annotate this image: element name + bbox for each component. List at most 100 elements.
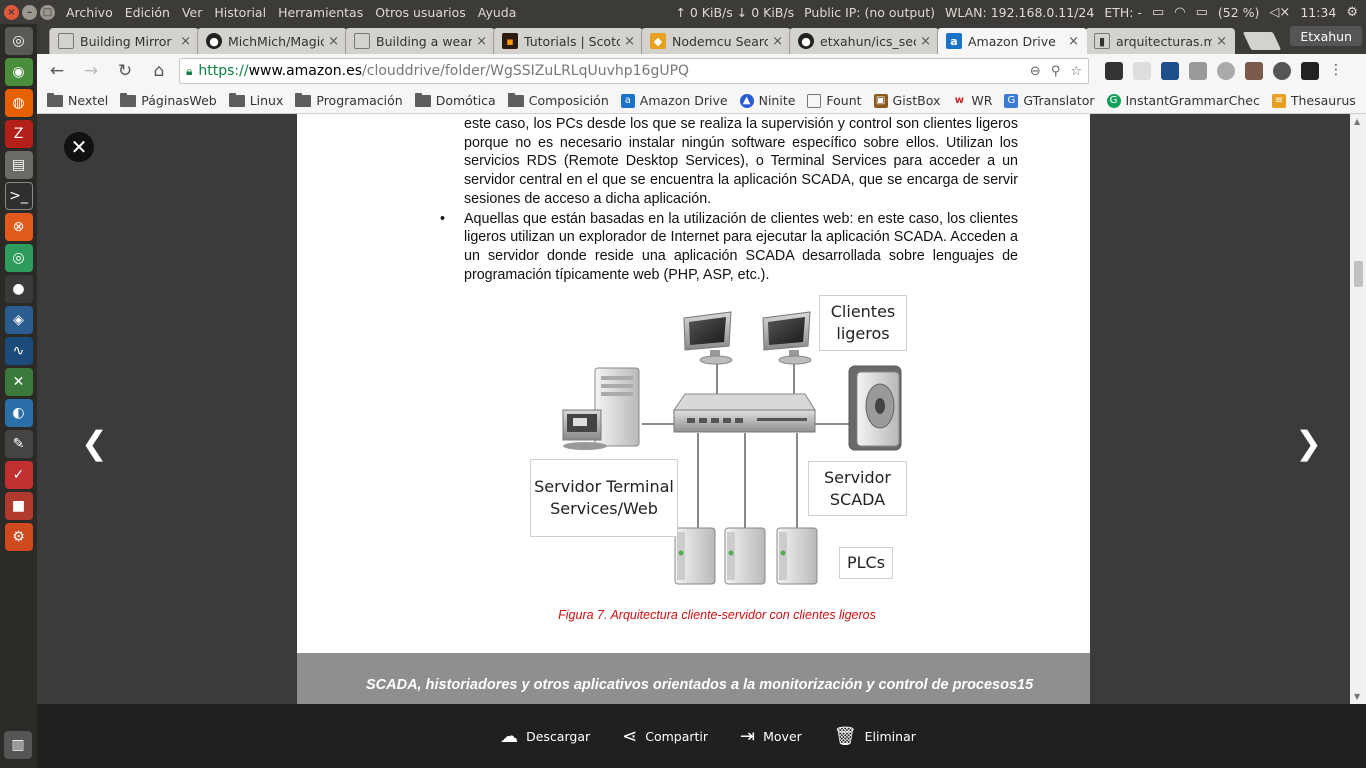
bookmark-gistbox[interactable]: ▣ GistBox — [873, 93, 940, 108]
close-icon[interactable]: × — [624, 34, 635, 49]
tab-scotch[interactable]: ▪ Tutorials | Scotch × — [493, 28, 643, 54]
terminal-launcher-icon[interactable]: >_ — [4, 182, 33, 210]
delete-button[interactable]: 🗑︎ Eliminar — [834, 726, 916, 747]
scroll-down-icon[interactable]: ▼ — [1354, 692, 1360, 701]
menu-otros-usuarios[interactable]: Otros usuarios — [375, 5, 466, 20]
reload-icon[interactable]: ↻ — [111, 57, 139, 85]
bookmark-thesaurus[interactable]: ≡ Thesaurus — [1271, 93, 1356, 108]
zoom-icon[interactable]: ⊖ — [1030, 64, 1041, 79]
bookmark-paginasweb[interactable]: PáginasWeb — [120, 92, 217, 108]
move-button[interactable]: ⇥ Mover — [740, 726, 802, 747]
bookmark-gtranslator[interactable]: G GTranslator — [1004, 93, 1095, 108]
bookmark-composicion[interactable]: Composición — [507, 92, 609, 108]
settings-launcher-icon[interactable]: ⚙ — [4, 523, 33, 551]
scroll-up-icon[interactable]: ▲ — [1354, 117, 1360, 126]
menu-historial[interactable]: Historial — [214, 5, 266, 20]
wireshark-launcher-icon[interactable]: ∿ — [4, 337, 33, 365]
address-bar[interactable]: 🔒︎ https:// www.amazon.es /clouddrive/fo… — [179, 58, 1089, 84]
bookmark-nextel[interactable]: Nextel — [47, 92, 108, 108]
virtualbox-launcher-icon[interactable]: ◈ — [4, 306, 33, 334]
crossover-launcher-icon[interactable]: ⊗ — [4, 213, 33, 241]
public-ip-indicator[interactable]: Public IP: (no output) — [804, 5, 935, 20]
terminal-extension-icon[interactable] — [1301, 62, 1319, 80]
bookmark-programacion[interactable]: Programación — [295, 92, 403, 108]
settings-gear-icon[interactable]: ⚙ — [1346, 5, 1358, 20]
forward-arrow-icon[interactable]: → — [77, 57, 105, 85]
bookmark-amazon-drive[interactable]: a Amazon Drive — [620, 93, 728, 108]
menu-edicion[interactable]: Edición — [125, 5, 170, 20]
menu-ver[interactable]: Ver — [182, 5, 202, 20]
back-arrow-icon[interactable]: ← — [43, 57, 71, 85]
firefox-launcher-icon[interactable]: ◍ — [4, 89, 33, 117]
extension-grey-icon[interactable] — [1133, 62, 1151, 80]
wlan-indicator[interactable]: WLAN: 192.168.0.11/24 — [945, 5, 1094, 20]
menu-herramientas[interactable]: Herramientas — [278, 5, 363, 20]
network-launcher-icon[interactable]: ◎ — [4, 244, 33, 272]
todo-launcher-icon[interactable]: ✓ — [4, 461, 33, 489]
close-icon[interactable]: × — [920, 34, 931, 49]
app-red-launcher-icon[interactable]: ■ — [4, 492, 33, 520]
profile-button[interactable]: Etxahun — [1290, 26, 1362, 46]
pin-icon[interactable]: ⚲ — [1051, 64, 1061, 79]
bookmark-fount[interactable]: Fount — [807, 93, 862, 108]
bookmark-ninite[interactable]: ▲ Ninite — [739, 93, 795, 108]
volume-muted-icon[interactable]: ◁× — [1269, 5, 1290, 20]
dash-icon[interactable]: ◎ — [4, 27, 33, 55]
window-maximize-icon[interactable]: □ — [40, 4, 55, 20]
pocket-icon[interactable] — [1105, 62, 1123, 80]
menu-ayuda[interactable]: Ayuda — [478, 5, 517, 20]
tab-ics-sec[interactable]: ● etxahun/ics_sec × — [789, 28, 939, 54]
tab-amazon-drive[interactable]: a Amazon Drive × — [937, 28, 1087, 54]
extension-m-icon[interactable] — [1217, 62, 1235, 80]
bookmark-instantgrammar[interactable]: G InstantGrammarChec — [1106, 93, 1260, 108]
extension-photo-icon[interactable] — [1245, 62, 1263, 80]
tab-nodemcu[interactable]: ◆ Nodemcu Search × — [641, 28, 791, 54]
eth-indicator[interactable]: ETH: - — [1104, 5, 1142, 20]
app-launcher-icon[interactable]: ● — [4, 275, 33, 303]
bookmark-wr[interactable]: w WR — [952, 93, 993, 108]
display-icon[interactable]: ▭ — [1152, 5, 1164, 20]
tab-building-mirror[interactable]: Building Mirror Me × — [49, 28, 199, 54]
files-launcher-icon[interactable]: ▤ — [4, 151, 33, 179]
lightbulb-icon[interactable] — [1273, 62, 1291, 80]
window-close-icon[interactable]: × — [4, 4, 19, 20]
extension-blue-icon[interactable] — [1161, 62, 1179, 80]
next-arrow-icon[interactable]: ❯ — [1295, 424, 1322, 462]
menu-archivo[interactable]: Archivo — [66, 5, 113, 20]
scrollbar-thumb[interactable] — [1354, 261, 1363, 287]
close-viewer-icon[interactable]: ✕ — [64, 132, 94, 162]
tools-launcher-icon[interactable]: ✕ — [4, 368, 33, 396]
battery-icon[interactable]: ▭ — [1196, 5, 1208, 20]
trash-icon[interactable]: ▥ — [4, 731, 32, 759]
home-icon[interactable]: ⌂ — [145, 57, 173, 85]
extension-n-icon[interactable] — [1189, 62, 1207, 80]
lock-icon[interactable]: 🔒︎ — [186, 64, 192, 79]
chrome-launcher-icon[interactable]: ◉ — [4, 58, 33, 86]
vertical-scrollbar[interactable]: ▲ ▼ — [1350, 114, 1366, 704]
close-icon[interactable]: × — [476, 34, 487, 49]
close-icon[interactable]: × — [772, 34, 783, 49]
tab-arquitecturas[interactable]: ▮ arquitecturas.md × — [1085, 28, 1235, 54]
star-bookmark-icon[interactable]: ☆ — [1070, 64, 1082, 79]
close-icon[interactable]: × — [328, 34, 339, 49]
bookmark-linux[interactable]: Linux — [228, 92, 283, 108]
close-icon[interactable]: × — [1216, 34, 1227, 49]
close-icon[interactable]: × — [180, 34, 191, 49]
new-tab-button[interactable] — [1242, 32, 1282, 50]
globe-launcher-icon[interactable]: ◐ — [4, 399, 33, 427]
share-button[interactable]: ⋖ Compartir — [622, 726, 708, 747]
filezilla-launcher-icon[interactable]: Z — [4, 120, 33, 148]
editor-launcher-icon[interactable]: ✎ — [4, 430, 33, 458]
tab-michmich[interactable]: ● MichMich/Magic × — [197, 28, 347, 54]
window-minimize-icon[interactable]: – — [22, 4, 37, 20]
clock[interactable]: 11:34 — [1300, 5, 1336, 20]
battery-percent[interactable]: (52 %) — [1218, 5, 1260, 20]
tab-building-wearable[interactable]: Building a weara × — [345, 28, 495, 54]
download-button[interactable]: ☁︎ Descargar — [500, 726, 590, 747]
wifi-icon[interactable]: ◠ — [1174, 5, 1185, 20]
menu-icon[interactable]: ⋮ — [1329, 62, 1347, 80]
previous-arrow-icon[interactable]: ❮ — [81, 424, 108, 462]
bookmark-domotica[interactable]: Domótica — [414, 92, 496, 108]
menubar: Archivo Edición Ver Historial Herramient… — [66, 5, 516, 20]
close-icon[interactable]: × — [1068, 34, 1079, 49]
